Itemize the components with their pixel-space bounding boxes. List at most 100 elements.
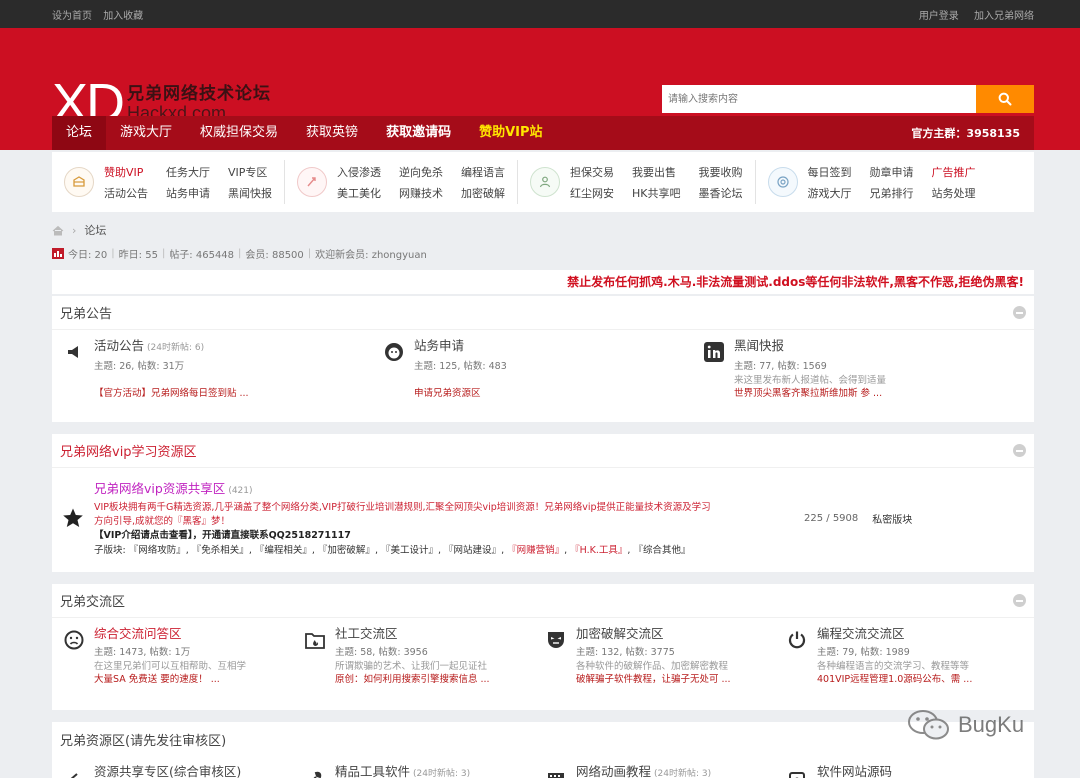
section-title[interactable]: 兄弟网络vip学习资源区 (60, 441, 197, 460)
forum-last-post[interactable]: 世界顶尖黑客齐聚拉斯维加斯 参 ... (734, 387, 886, 400)
forum-item: 软件网站源码 (785, 764, 1023, 778)
forum-count: (421) (228, 486, 253, 496)
search-button[interactable] (976, 85, 1034, 113)
official-group: 官方主群：3958135 (911, 127, 1020, 140)
nav-game-hall[interactable]: 游戏大厅 (106, 116, 186, 150)
subforum-link[interactable]: 『美工设计』 (381, 545, 438, 556)
forum-new-count: (24时新帖: 3) (654, 769, 712, 778)
quick-link[interactable]: 站务申请 (166, 185, 210, 201)
forum-meta: 主题: 1473, 帖数: 1万 (94, 647, 191, 658)
breadcrumb-current[interactable]: 论坛 (84, 222, 106, 238)
forum-last-post[interactable]: 【官方活动】兄弟网络每日签到贴 ... (94, 387, 249, 400)
section-title[interactable]: 兄弟资源区(请先发往审核区) (60, 730, 226, 749)
nav-get-pounds[interactable]: 获取英镑 (292, 116, 372, 150)
forum-item: 社工交流区 主题: 58, 帖数: 3956 所谓欺骗的艺术、让我们一起见证社 … (303, 626, 544, 686)
forum-last-post[interactable]: 原创：如何利用搜索引擎搜索信息 ... (335, 673, 490, 686)
forum-meta: 主题: 26, 帖数: 31万 (94, 361, 185, 372)
nav-invite-code[interactable]: 获取邀请码 (372, 116, 465, 150)
forum-name[interactable]: 兄弟网络vip资源共享区 (94, 481, 225, 496)
quick-link[interactable]: 红尘网安 (570, 185, 614, 201)
subforum-link[interactable]: 『H.K.工具』 (570, 545, 627, 556)
section-title[interactable]: 兄弟交流区 (60, 591, 125, 610)
collapse-icon[interactable] (1013, 444, 1026, 457)
quick-link[interactable]: 网赚技术 (399, 185, 443, 201)
vip-contact[interactable]: 【VIP介绍请点击查看】，开通请直接联系QQ2518271117 (94, 529, 714, 543)
quick-link[interactable]: 赞助VIP (104, 164, 148, 180)
subforum-link[interactable]: 『网络攻防』 (129, 545, 186, 556)
forum-new-count: (24时新帖: 3) (413, 769, 471, 778)
quick-link[interactable]: 勋章申请 (870, 164, 914, 180)
forum-name[interactable]: 综合交流问答区 (94, 626, 246, 642)
forum-name[interactable]: 站务申请 (414, 338, 464, 353)
sad-face-icon (62, 628, 86, 652)
search-input[interactable] (662, 85, 976, 113)
section-header: 兄弟资源区(请先发往审核区) (52, 722, 1034, 756)
quick-link[interactable]: 美工美化 (337, 185, 381, 201)
section-title[interactable]: 兄弟公告 (60, 303, 112, 322)
forum-desc: VIP板块拥有两千G精选资源,几乎涵盖了整个网络分类,VIP打破行业培训潜规则,… (94, 502, 711, 527)
quick-link[interactable]: 加密破解 (461, 185, 505, 201)
forum-meta: 主题: 132, 帖数: 3775 (576, 647, 675, 658)
quick-link[interactable]: 每日签到 (808, 164, 852, 180)
quick-link[interactable]: HK共享吧 (632, 185, 681, 201)
quick-link[interactable]: 广告推广 (932, 164, 976, 180)
subforum-link[interactable]: 『编程相关』 (255, 545, 312, 556)
section-vip: 兄弟网络vip学习资源区 兄弟网络vip资源共享区 (421) VIP板块拥有两千… (52, 434, 1034, 572)
forum-name[interactable]: 软件网站源码 (817, 764, 892, 778)
quick-link[interactable]: 任务大厅 (166, 164, 210, 180)
quick-link[interactable]: 墨香论坛 (699, 185, 743, 201)
add-favorite-link[interactable]: 加入收藏 (103, 11, 143, 22)
forum-name[interactable]: 活动公告 (94, 338, 144, 353)
subforum-link[interactable]: 『综合其他』 (633, 545, 690, 556)
quick-link[interactable]: VIP专区 (228, 164, 272, 180)
nav-forum[interactable]: 论坛 (52, 116, 107, 150)
home-icon[interactable] (52, 225, 64, 236)
forum-name[interactable]: 社工交流区 (335, 626, 490, 642)
forum-item: 活动公告 (24时新帖: 6) 主题: 26, 帖数: 31万 【官方活动】兄弟网… (62, 338, 382, 400)
forum-last-post[interactable]: 破解骗子软件教程，让骗子无处可 ... (576, 673, 731, 686)
login-link[interactable]: 用户登录 (919, 11, 959, 22)
quick-link[interactable]: 担保交易 (570, 164, 614, 180)
forum-name[interactable]: 精品工具软件 (335, 764, 410, 778)
forum-name[interactable]: 黑闻快报 (734, 338, 784, 353)
quick-link[interactable]: 活动公告 (104, 185, 148, 201)
power-icon (785, 628, 809, 652)
quick-link[interactable]: 我要出售 (632, 164, 681, 180)
forum-name[interactable]: 编程交流交流区 (817, 626, 972, 642)
set-homepage-link[interactable]: 设为首页 (52, 11, 92, 22)
forum-item: 综合交流问答区 主题: 1473, 帖数: 1万 在这里兄弟们可以互相帮助、互相… (62, 626, 303, 686)
quick-link[interactable]: 我要收购 (699, 164, 743, 180)
forum-desc: 各种软件的破解作品、加密解密教程 (576, 661, 729, 672)
collapse-icon[interactable] (1013, 594, 1026, 607)
forum-desc (414, 374, 507, 387)
join-link[interactable]: 加入兄弟网络 (974, 11, 1034, 22)
quick-link[interactable]: 兄弟排行 (870, 185, 914, 201)
section-announcements: 兄弟公告 活动公告 (24时新帖: 6) 主题: 26, 帖数: 31万 【官方活… (52, 296, 1034, 422)
quick-link[interactable]: 编程语言 (461, 164, 505, 180)
subforum-link[interactable]: 『加密破解』 (318, 545, 375, 556)
nav-vip[interactable]: 赞助VIP站 (465, 116, 556, 150)
stat-today: 今日: 20 (68, 250, 108, 261)
nav-escrow[interactable]: 权威担保交易 (186, 116, 292, 150)
quick-link[interactable]: 入侵渗透 (337, 164, 381, 180)
forum-last-post[interactable]: 401VIP远程管理1.0源码公布、需 ... (817, 673, 972, 686)
subforum-link[interactable]: 『网站建设』 (444, 545, 501, 556)
collapse-icon[interactable] (1013, 306, 1026, 319)
forum-name[interactable]: 加密破解交流区 (576, 626, 731, 642)
forum-last-post[interactable]: 申请兄弟资源区 (414, 387, 507, 400)
search-icon (998, 92, 1012, 106)
forum-name[interactable]: 资源共享专区(综合审核区) (94, 764, 241, 778)
forum-meta: 主题: 58, 帖数: 3956 (335, 647, 428, 658)
quick-link[interactable]: 游戏大厅 (808, 185, 852, 201)
forum-name[interactable]: 网络动画教程 (576, 764, 651, 778)
quick-link[interactable]: 逆向免杀 (399, 164, 443, 180)
quick-link[interactable]: 站务处理 (932, 185, 976, 201)
forum-item: 站务申请 主题: 125, 帖数: 483 申请兄弟资源区 (382, 338, 702, 400)
forum-last-post[interactable]: 大量SA 免费送 要的速度！ ... (94, 673, 246, 686)
stat-posts: 帖子: 465448 (169, 250, 235, 261)
quick-link[interactable]: 黑闻快报 (228, 185, 272, 201)
subforum-link[interactable]: 『免杀相关』 (192, 545, 249, 556)
quick-group-3: 担保交易 我要出售 我要收购 红尘网安 HK共享吧 墨香论坛 (517, 160, 755, 204)
subforum-link[interactable]: 『网赚营销』 (507, 545, 564, 556)
logo-cn: 兄弟网络技术论坛 (127, 84, 272, 104)
